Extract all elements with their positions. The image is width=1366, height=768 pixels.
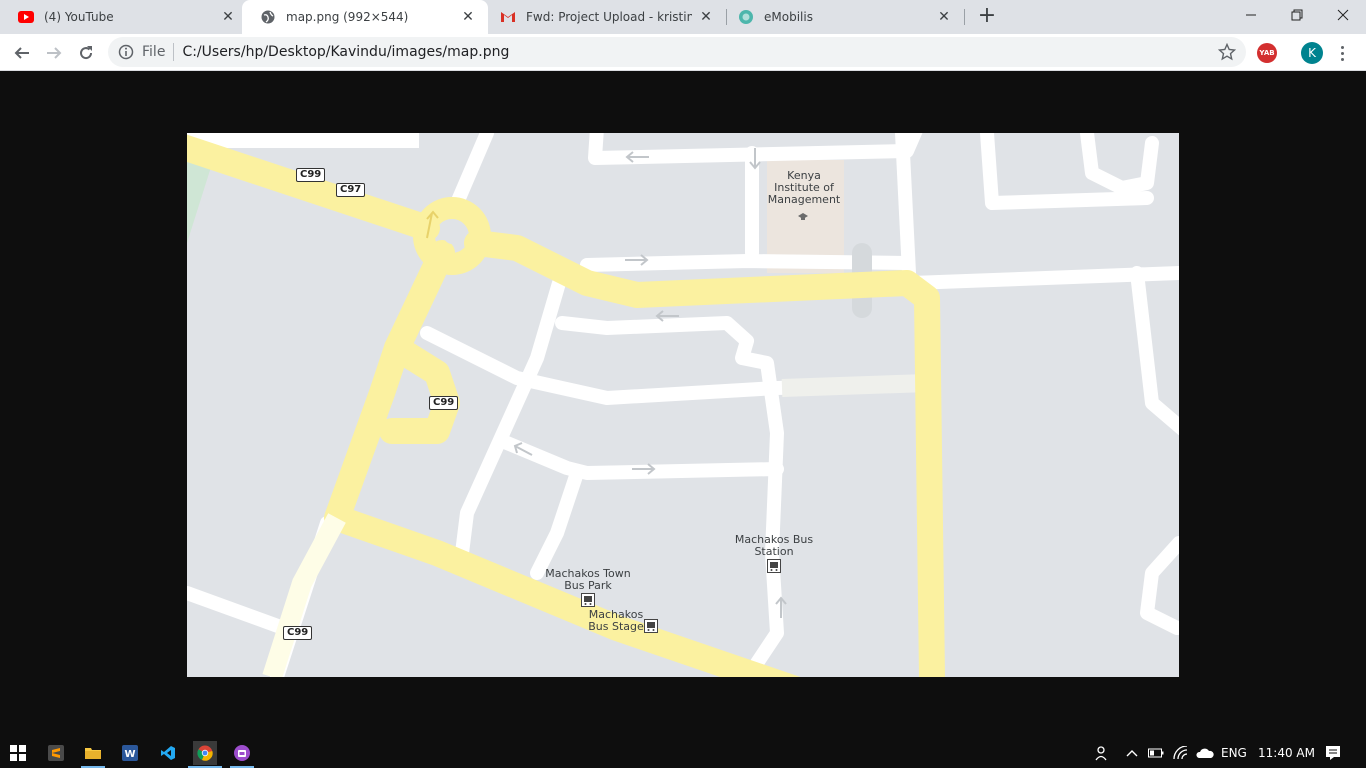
kenya-institute-label: Kenya Institute of Management: [767, 169, 841, 206]
file-explorer-icon[interactable]: [81, 741, 105, 765]
chevron-up-icon[interactable]: [1120, 741, 1144, 765]
close-window-button[interactable]: [1320, 0, 1366, 30]
windows-taskbar: W ENG 11:40 AM: [0, 737, 1366, 768]
bus-stop-icon: [767, 559, 781, 573]
bus-stop-icon: [581, 593, 595, 607]
route-shield: C99: [429, 396, 459, 410]
forward-arrow-icon: [47, 47, 62, 59]
machakos-bus-station-label: Machakos Bus Station: [734, 533, 814, 558]
minimize-button[interactable]: [1228, 0, 1274, 30]
clock[interactable]: 11:40 AM: [1258, 746, 1315, 760]
machakos-bus-stage-label: Machakos Bus Stage: [588, 608, 644, 633]
start-icon[interactable]: [6, 741, 30, 765]
bookmark-star-icon[interactable]: [1218, 43, 1236, 61]
close-tab-icon[interactable]: ✕: [460, 9, 476, 25]
wifi-icon[interactable]: [1169, 741, 1193, 765]
tab-title: (4) YouTube: [44, 10, 114, 24]
map-image: Kenya Institute of Management Machakos B…: [187, 133, 1179, 677]
scheme-label: File: [142, 44, 166, 60]
route-shield: C97: [336, 183, 366, 197]
address-bar[interactable]: File C:/Users/hp/Desktop/Kavindu/images/…: [108, 37, 1246, 67]
machakos-town-bus-park-label: Machakos Town Bus Park: [545, 567, 631, 592]
image-viewer: Kenya Institute of Management Machakos B…: [0, 71, 1366, 737]
people-icon[interactable]: [1090, 741, 1114, 765]
map-roads: [187, 133, 1179, 677]
chrome-icon[interactable]: [193, 741, 217, 765]
info-icon[interactable]: [118, 44, 134, 60]
globe-icon: [260, 9, 276, 25]
restore-button[interactable]: [1274, 0, 1320, 30]
forward-button[interactable]: [40, 39, 68, 67]
school-icon: [798, 213, 808, 221]
tab-title: Fwd: Project Upload - kristinekak: [526, 10, 692, 24]
tab-title: map.png (992×544): [286, 10, 409, 24]
vscode-icon[interactable]: [156, 741, 180, 765]
svg-text:W: W: [124, 749, 135, 760]
onedrive-icon[interactable]: [1193, 741, 1217, 765]
omnibox-divider: [173, 43, 175, 61]
youtube-icon: [18, 9, 34, 25]
reload-button[interactable]: [72, 39, 100, 67]
word-icon[interactable]: W: [118, 741, 142, 765]
route-shield: C99: [283, 626, 313, 640]
tab-strip: (4) YouTube ✕ map.png (992×544) ✕ Fwd: P…: [0, 0, 1366, 34]
tab-emobilis[interactable]: eMobilis ✕: [720, 0, 964, 34]
gmail-icon: [500, 9, 516, 25]
profile-avatar[interactable]: K: [1301, 42, 1323, 64]
back-button[interactable]: [8, 39, 36, 67]
notifications-icon[interactable]: [1321, 741, 1345, 765]
reload-icon: [80, 46, 93, 60]
sublime-icon[interactable]: [44, 741, 68, 765]
tab-separator: [964, 9, 965, 25]
new-tab-button[interactable]: +: [976, 5, 998, 28]
bus-stop-icon: [644, 619, 658, 633]
close-tab-icon[interactable]: ✕: [936, 9, 952, 25]
browser-toolbar: File C:/Users/hp/Desktop/Kavindu/images/…: [0, 34, 1366, 71]
tab-gmail[interactable]: Fwd: Project Upload - kristinekak ✕: [482, 0, 726, 34]
close-tab-icon[interactable]: ✕: [220, 9, 236, 25]
chrome-menu-icon[interactable]: [1334, 42, 1350, 64]
app-icon[interactable]: [230, 741, 254, 765]
emobilis-icon: [738, 9, 754, 25]
close-tab-icon[interactable]: ✕: [698, 9, 714, 25]
back-arrow-icon: [14, 47, 29, 59]
battery-icon[interactable]: [1144, 741, 1168, 765]
yab-extension-icon[interactable]: YAB: [1257, 43, 1277, 63]
route-shield: C99: [296, 168, 326, 182]
tab-title: eMobilis: [764, 10, 813, 24]
language-indicator[interactable]: ENG: [1221, 746, 1247, 760]
tab-youtube[interactable]: (4) YouTube ✕: [0, 0, 248, 34]
url-text[interactable]: C:/Users/hp/Desktop/Kavindu/images/map.p…: [182, 44, 509, 60]
tab-map-png[interactable]: map.png (992×544) ✕: [242, 0, 488, 34]
